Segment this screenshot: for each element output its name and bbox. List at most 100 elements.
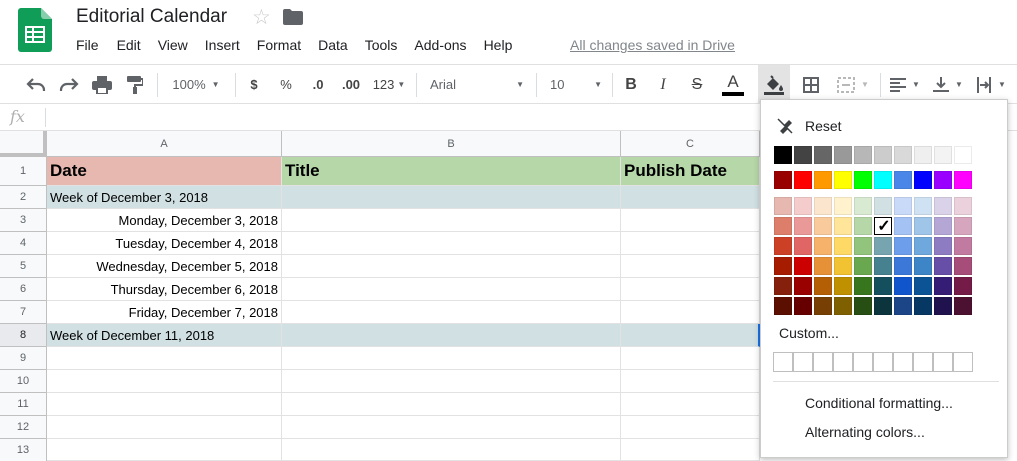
font-family-select[interactable]: Arial ▼: [424, 65, 530, 104]
color-swatch[interactable]: [954, 217, 972, 235]
color-swatch[interactable]: [774, 171, 792, 189]
color-swatch[interactable]: [954, 197, 972, 215]
currency-format-button[interactable]: $: [242, 65, 266, 104]
color-swatch[interactable]: [934, 171, 952, 189]
color-swatch[interactable]: [854, 146, 872, 164]
cell-b8[interactable]: [282, 324, 621, 347]
custom-color-slot[interactable]: [773, 352, 793, 372]
cell-b13[interactable]: [282, 439, 621, 461]
menu-edit[interactable]: Edit: [117, 37, 141, 55]
star-icon[interactable]: ☆: [252, 5, 271, 30]
color-swatch[interactable]: [914, 277, 932, 295]
color-swatch[interactable]: [874, 146, 892, 164]
color-swatch[interactable]: [874, 257, 892, 275]
cell-c4[interactable]: [621, 232, 760, 255]
cell-b10[interactable]: [282, 370, 621, 393]
cell-a4[interactable]: Tuesday, December 4, 2018: [47, 232, 282, 255]
column-header-b[interactable]: B: [282, 131, 621, 157]
color-swatch[interactable]: [854, 171, 872, 189]
row-header[interactable]: 12: [0, 416, 47, 439]
color-swatch[interactable]: [774, 217, 792, 235]
cell-c2[interactable]: [621, 186, 760, 209]
color-swatch[interactable]: [834, 146, 852, 164]
color-swatch[interactable]: [794, 197, 812, 215]
paint-format-icon[interactable]: [121, 65, 149, 104]
color-swatch[interactable]: [934, 197, 952, 215]
color-swatch[interactable]: [954, 297, 972, 315]
print-icon[interactable]: [88, 65, 116, 104]
cell-a7[interactable]: Friday, December 7, 2018: [47, 301, 282, 324]
cell-c10[interactable]: [621, 370, 760, 393]
column-header-c[interactable]: C: [621, 131, 760, 157]
cell-c1[interactable]: Publish Date: [621, 157, 760, 186]
cell-a10[interactable]: [47, 370, 282, 393]
menu-format[interactable]: Format: [257, 37, 301, 55]
color-swatch[interactable]: [894, 237, 912, 255]
text-color-button[interactable]: A: [719, 65, 747, 104]
cell-a6[interactable]: Thursday, December 6, 2018: [47, 278, 282, 301]
color-swatch[interactable]: [954, 277, 972, 295]
cell-c13[interactable]: [621, 439, 760, 461]
cell-a1[interactable]: Date: [47, 157, 282, 186]
color-swatch[interactable]: [914, 297, 932, 315]
cell-c3[interactable]: [621, 209, 760, 232]
color-swatch[interactable]: [834, 257, 852, 275]
select-all-corner[interactable]: [0, 131, 47, 157]
color-swatch[interactable]: [954, 237, 972, 255]
color-swatch[interactable]: [794, 171, 812, 189]
color-swatch[interactable]: [834, 277, 852, 295]
menu-data[interactable]: Data: [318, 37, 348, 55]
cell-c12[interactable]: [621, 416, 760, 439]
cell-b1[interactable]: Title: [282, 157, 621, 186]
redo-button[interactable]: [55, 65, 83, 104]
color-swatch[interactable]: [774, 257, 792, 275]
cell-b4[interactable]: [282, 232, 621, 255]
color-swatch[interactable]: [794, 237, 812, 255]
more-formats-button[interactable]: 123 ▼: [369, 65, 409, 104]
row-header[interactable]: 11: [0, 393, 47, 416]
color-swatch[interactable]: [834, 217, 852, 235]
cell-a3[interactable]: Monday, December 3, 2018: [47, 209, 282, 232]
color-swatch[interactable]: [914, 237, 932, 255]
cell-c6[interactable]: [621, 278, 760, 301]
color-swatch[interactable]: [914, 217, 932, 235]
alternating-colors-item[interactable]: Alternating colors...: [805, 424, 925, 440]
color-swatch[interactable]: [774, 197, 792, 215]
undo-button[interactable]: [22, 65, 50, 104]
menu-tools[interactable]: Tools: [365, 37, 398, 55]
menu-view[interactable]: View: [158, 37, 188, 55]
sheets-logo[interactable]: [18, 8, 52, 52]
color-swatch[interactable]: [894, 257, 912, 275]
color-swatch[interactable]: [794, 297, 812, 315]
percent-format-button[interactable]: %: [274, 65, 298, 104]
color-swatch[interactable]: [874, 197, 892, 215]
color-swatch[interactable]: [894, 171, 912, 189]
menu-help[interactable]: Help: [484, 37, 513, 55]
color-swatch[interactable]: [894, 146, 912, 164]
custom-color-slot[interactable]: [893, 352, 913, 372]
cell-c5[interactable]: [621, 255, 760, 278]
folder-icon[interactable]: [283, 9, 303, 25]
color-swatch[interactable]: [874, 171, 892, 189]
reset-color-button[interactable]: Reset: [777, 118, 842, 134]
cell-a8[interactable]: Week of December 11, 2018: [47, 324, 282, 347]
font-size-select[interactable]: 10 ▼: [544, 65, 608, 104]
custom-color-slot[interactable]: [813, 352, 833, 372]
cell-b3[interactable]: [282, 209, 621, 232]
color-swatch[interactable]: [814, 237, 832, 255]
color-swatch[interactable]: [894, 277, 912, 295]
color-swatch[interactable]: [814, 257, 832, 275]
custom-color-slot[interactable]: [913, 352, 933, 372]
row-header[interactable]: 2: [0, 186, 47, 209]
cell-c8[interactable]: [621, 324, 760, 347]
menu-addons[interactable]: Add-ons: [414, 37, 466, 55]
color-swatch[interactable]: [854, 257, 872, 275]
cell-a9[interactable]: [47, 347, 282, 370]
cell-a2[interactable]: Week of December 3, 2018: [47, 186, 282, 209]
decrease-decimals-button[interactable]: .0: [304, 65, 332, 104]
cell-b9[interactable]: [282, 347, 621, 370]
row-header[interactable]: 13: [0, 439, 47, 461]
cell-c11[interactable]: [621, 393, 760, 416]
cell-a12[interactable]: [47, 416, 282, 439]
color-swatch[interactable]: [814, 171, 832, 189]
